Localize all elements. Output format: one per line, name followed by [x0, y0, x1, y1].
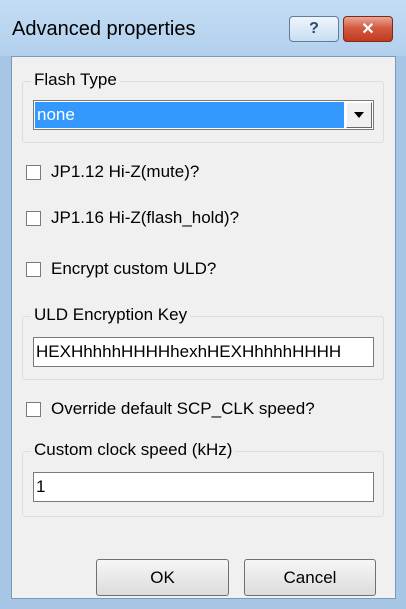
flash-type-label: Flash Type	[31, 70, 120, 90]
uld-key-label: ULD Encryption Key	[31, 305, 191, 325]
dropdown-button[interactable]	[346, 102, 372, 128]
close-icon: ✕	[361, 21, 375, 38]
ok-label: OK	[150, 567, 175, 587]
ok-button[interactable]: OK	[96, 559, 229, 596]
cancel-button[interactable]: Cancel	[244, 559, 376, 596]
flash-type-group: Flash Type none	[22, 70, 384, 143]
uld-key-group: ULD Encryption Key HEXHhhhhHHHHhexhHEXHh…	[22, 305, 384, 380]
clock-speed-group: Custom clock speed (kHz) 1	[22, 440, 384, 517]
override-checkbox-row[interactable]: Override default SCP_CLK speed?	[26, 398, 315, 420]
dialog-window: Advanced properties ? ✕ Flash Type none …	[0, 0, 406, 609]
close-button[interactable]: ✕	[343, 16, 393, 42]
jp112-label: JP1.12 Hi-Z(mute)?	[51, 162, 200, 181]
encrypt-label: Encrypt custom ULD?	[51, 259, 217, 278]
clock-speed-input[interactable]: 1	[33, 472, 374, 502]
encrypt-checkbox-row[interactable]: Encrypt custom ULD?	[26, 258, 216, 280]
flash-type-value: none	[35, 102, 344, 128]
override-label: Override default SCP_CLK speed?	[51, 399, 315, 418]
dialog-body: Flash Type none JP1.12 Hi-Z(mute)? JP1.1…	[11, 56, 396, 599]
clock-speed-label: Custom clock speed (kHz)	[31, 440, 236, 460]
title-bar[interactable]: Advanced properties ? ✕	[0, 0, 406, 56]
cancel-label: Cancel	[283, 567, 337, 587]
jp112-checkbox-row[interactable]: JP1.12 Hi-Z(mute)?	[26, 161, 199, 183]
flash-type-select[interactable]: none	[33, 100, 374, 130]
override-checkbox[interactable]	[26, 401, 41, 417]
window-title: Advanced properties	[12, 18, 196, 40]
jp112-checkbox[interactable]	[26, 164, 41, 180]
uld-key-input[interactable]: HEXHhhhhHHHHhexhHEXHhhhhHHHH	[33, 337, 374, 367]
jp116-label: JP1.16 Hi-Z(flash_hold)?	[51, 208, 240, 227]
jp116-checkbox-row[interactable]: JP1.16 Hi-Z(flash_hold)?	[26, 207, 239, 229]
encrypt-checkbox[interactable]	[26, 261, 41, 277]
help-button[interactable]: ?	[289, 16, 339, 42]
chevron-down-icon	[354, 112, 364, 118]
help-icon: ?	[309, 20, 319, 37]
jp116-checkbox[interactable]	[26, 210, 41, 226]
